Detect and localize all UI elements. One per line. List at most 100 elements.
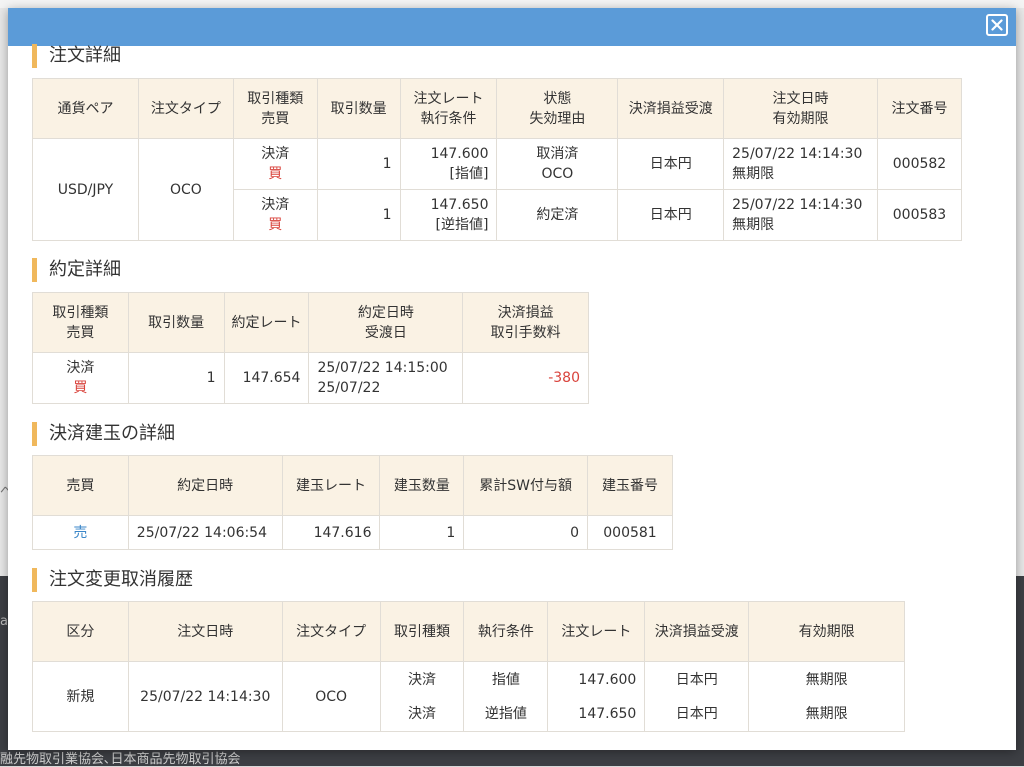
trade-kind: 決済 — [261, 197, 290, 213]
header-settle-ccy: 決済損益受渡 — [617, 78, 725, 139]
side-sell-cell: 売 — [32, 515, 129, 550]
exec-dt-cell: 25/07/22 14:15:00 25/07/22 — [308, 352, 464, 404]
rate: 147.600 — [578, 671, 637, 688]
header-exec-dt-settle: 約定日時 受渡日 — [308, 292, 464, 353]
side-buy: 買 — [73, 380, 88, 396]
header-exec-cond: 執行条件 — [420, 110, 477, 127]
trade-kind: 決済 — [66, 360, 95, 376]
settle-date: 25/07/22 — [317, 380, 381, 396]
header-rate: 注文レート — [547, 601, 646, 662]
qty-cell: 1 — [316, 138, 401, 190]
header-trade-kind: 取引種類 — [247, 90, 304, 107]
position-header-row: 売買 約定日時 建玉レート 建玉数量 累計SW付与額 建玉番号 — [32, 455, 673, 516]
background-top-strip — [0, 0, 1024, 8]
expiry: 無期限 — [732, 217, 775, 233]
header-pos-no: 建玉番号 — [587, 455, 673, 516]
qty-cell: 1 — [316, 189, 401, 241]
rate-cell: 147.600 147.650 — [547, 661, 646, 732]
order-dt: 25/07/22 14:14:30 — [732, 197, 863, 213]
order-detail-table: 通貨ペア 注文タイプ 取引種類 売買 取引数量 注文レート 執行条件 状態 失効理由 … — [32, 78, 963, 241]
rate: 147.650 — [578, 705, 637, 722]
exec-rate-cell: 147.654 — [223, 352, 310, 404]
header-side: 売買 — [66, 324, 95, 341]
exec-detail-table: 取引種類 売買 取引数量 約定レート 約定日時 受渡日 決済損益 取引手数料 決済買 … — [32, 292, 589, 404]
table-row: USD/JPY OCO 決済買 1 147.600 [指値] 取消済 OCO 日本円… — [32, 138, 963, 241]
exec-detail-header-row: 取引種類 売買 取引数量 約定レート 約定日時 受渡日 決済損益 取引手数料 — [32, 292, 589, 353]
table-row: 決済買 1 147.654 25/07/22 14:15:00 25/07/22 … — [32, 352, 589, 404]
position-detail-title: 決済建玉の詳細 — [32, 422, 175, 446]
header-invalid-reason: 失効理由 — [529, 110, 586, 127]
close-icon — [991, 19, 1003, 31]
header-order-type: 注文タイプ — [281, 601, 381, 662]
pos-no-cell: 000581 — [587, 515, 673, 550]
expiry: 無期限 — [805, 705, 848, 722]
header-status: 状態 — [543, 90, 572, 107]
header-side: 売買 — [32, 455, 129, 516]
qty-cell: 1 — [127, 352, 225, 404]
order-dt-cell: 25/07/22 14:14:30 — [127, 661, 283, 732]
settle-ccy-cell: 日本円 — [617, 138, 725, 190]
exec-cond: [逆指値] — [435, 217, 489, 233]
settle-ccy-cell: 日本円 — [617, 189, 725, 241]
header-trade-kind: 取引種類 — [52, 304, 109, 321]
exec-cond-cell: 指値 逆指値 — [463, 661, 549, 732]
table-row: 売 25/07/22 14:06:54 147.616 1 0 000581 — [32, 515, 673, 550]
order-dt: 25/07/22 14:14:30 — [732, 146, 863, 162]
exec-detail-title: 約定詳細 — [32, 258, 121, 282]
history-header-row: 区分 注文日時 注文タイプ 取引種類 執行条件 注文レート 決済損益受渡 有効期… — [32, 601, 905, 662]
order-detail-title: 注文詳細 — [32, 44, 121, 68]
settle-ccy-cell: 日本円 日本円 — [644, 661, 750, 732]
table-row: 新規 25/07/22 14:14:30 OCO 決済 決済 指値 逆指値 147.… — [32, 661, 905, 732]
exec-dt: 25/07/22 14:15:00 — [317, 360, 448, 376]
settle-ccy: 日本円 — [675, 671, 718, 688]
trade-kind: 決済 — [408, 705, 437, 722]
category-cell: 新規 — [32, 661, 129, 732]
exec-dt-cell: 25/07/22 14:06:54 — [127, 515, 283, 550]
header-expiry: 有効期限 — [772, 110, 829, 127]
header-pl-fee: 決済損益 取引手数料 — [462, 292, 589, 353]
header-rate: 注文レート — [413, 90, 484, 107]
background-footer-text: 融先物取引業協会､日本商品先物取引協会 — [0, 752, 241, 767]
header-exec-cond: 執行条件 — [463, 601, 549, 662]
header-exec-dt: 約定日時 — [127, 455, 283, 516]
trade-kind: 決済 — [408, 671, 437, 688]
header-order-dt: 注文日時 — [772, 90, 829, 107]
expiry: 無期限 — [805, 671, 848, 688]
history-title: 注文変更取消履歴 — [32, 568, 193, 592]
header-order-no: 注文番号 — [876, 78, 963, 139]
trade-kind: 決済 — [261, 146, 290, 162]
header-exec-dt: 約定日時 — [357, 304, 414, 321]
header-exec-rate: 約定レート — [223, 292, 310, 353]
exec-cond: 指値 — [491, 671, 520, 688]
header-trade-kind-side: 取引種類 売買 — [32, 292, 129, 353]
header-category: 区分 — [32, 601, 129, 662]
header-pos-rate: 建玉レート — [281, 455, 381, 516]
order-no-cell: 000583 — [876, 189, 963, 241]
expiry: 無期限 — [732, 166, 775, 182]
side-buy: 買 — [268, 166, 283, 182]
header-rate-cond: 注文レート 執行条件 — [399, 78, 498, 139]
order-no-cell: 000582 — [876, 138, 963, 190]
exec-cond: [指値] — [449, 166, 489, 182]
swap-cell: 0 — [463, 515, 588, 550]
position-detail-table: 売買 約定日時 建玉レート 建玉数量 累計SW付与額 建玉番号 売 25/07/… — [32, 455, 673, 550]
header-order-type: 注文タイプ — [137, 78, 234, 139]
close-button[interactable] — [986, 14, 1008, 36]
order-type-cell: OCO — [281, 661, 381, 732]
pl-cell: -380 — [462, 352, 589, 404]
header-trade-kind-side: 取引種類 売買 — [232, 78, 318, 139]
header-pos-qty: 建玉数量 — [379, 455, 465, 516]
status-cell: 取消済 OCO — [496, 138, 619, 190]
rate: 147.650 — [430, 197, 489, 213]
status: 取消済 — [536, 146, 579, 162]
header-pair: 通貨ペア — [32, 78, 139, 139]
trade-kind-cell: 決済買 — [232, 189, 318, 241]
pos-qty-cell: 1 — [379, 515, 465, 550]
status-cell: 約定済 — [496, 189, 619, 241]
background-side-text-2: a — [0, 614, 8, 629]
settle-ccy: 日本円 — [675, 705, 718, 722]
header-fee: 取引手数料 — [490, 324, 561, 341]
header-settle-ccy: 決済損益受渡 — [644, 601, 750, 662]
trade-kind-cell: 決済買 — [32, 352, 129, 404]
order-type-cell: OCO — [137, 138, 234, 241]
